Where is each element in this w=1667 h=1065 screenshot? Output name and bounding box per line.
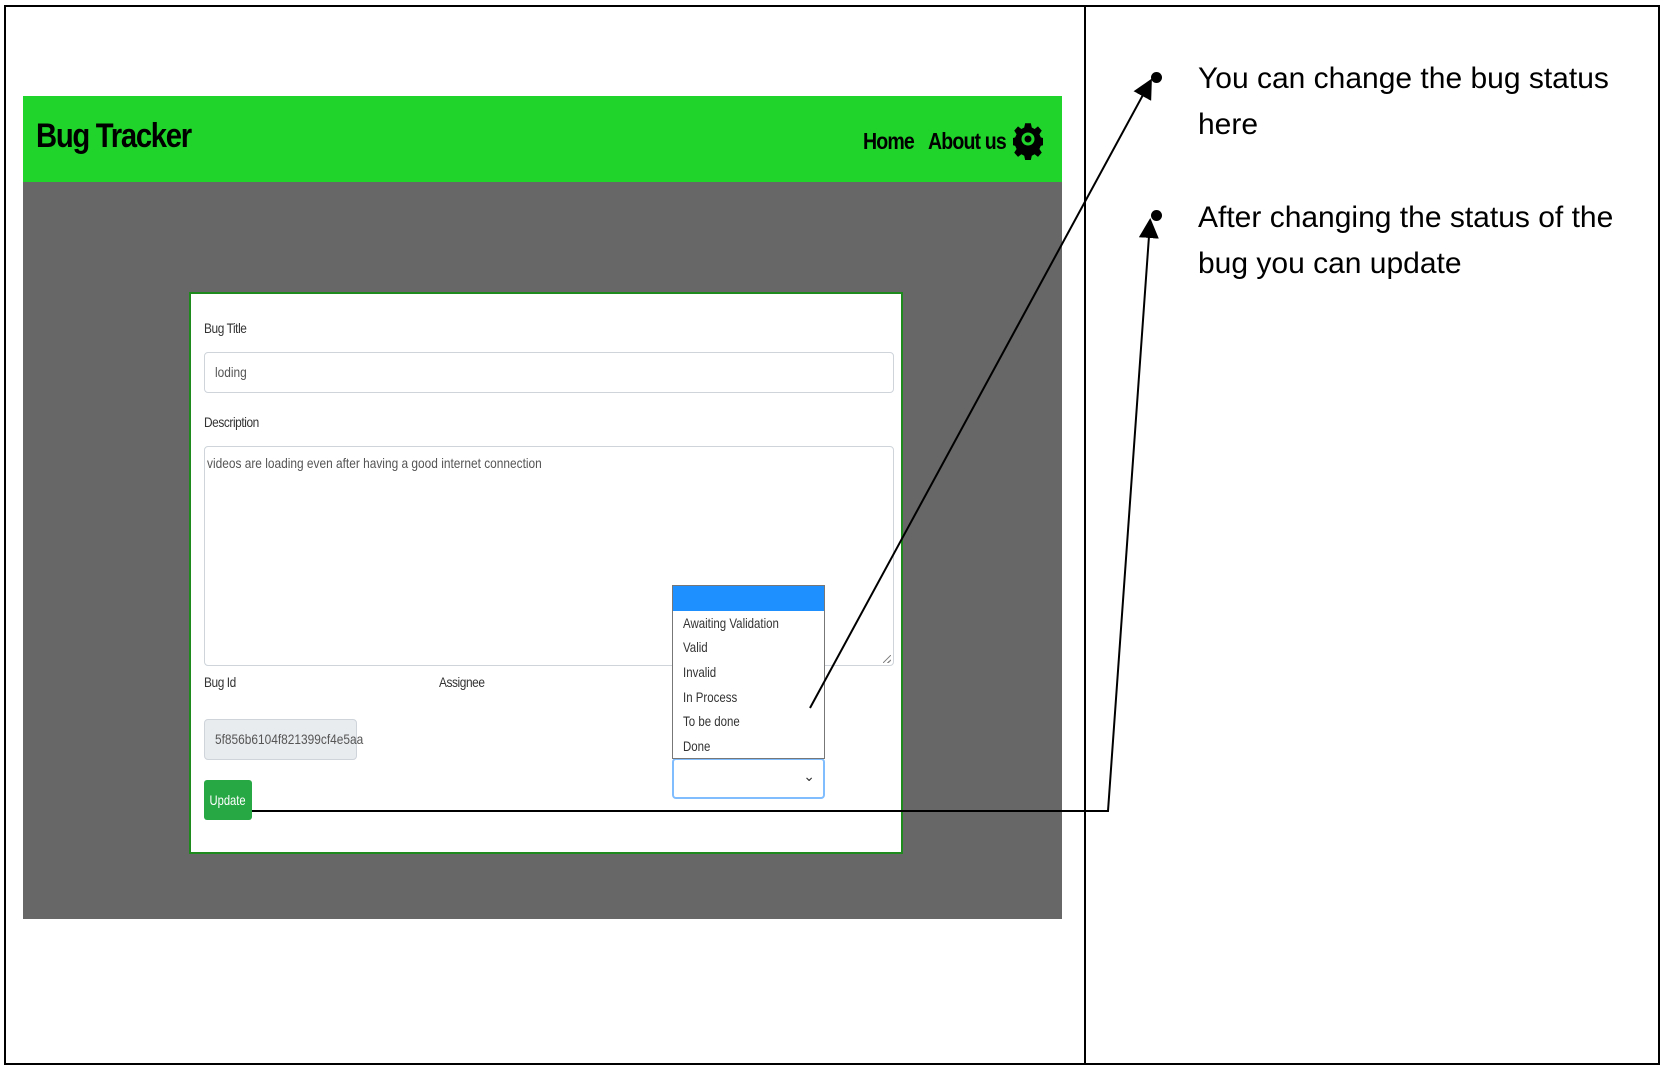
description-label: Description <box>204 414 259 430</box>
status-select[interactable]: ⌄ <box>672 758 825 799</box>
status-option-awaiting-validation[interactable]: Awaiting Validation <box>673 611 824 636</box>
status-option-in-process[interactable]: In Process <box>673 685 824 710</box>
note-change-status: You can change the bug status here <box>1198 62 1609 141</box>
bug-id-field: 5f856b6104f821399cf4e5aa <box>204 719 363 760</box>
navbar: Bug Tracker Home About us <box>23 96 1062 182</box>
app-screenshot: Bug Tracker Home About us Bug Title lodi… <box>23 96 1062 919</box>
bug-title-value: loding <box>215 364 247 380</box>
assignee-label: Assignee <box>439 674 485 690</box>
table-column-divider <box>1084 5 1086 1065</box>
bug-title-label: Bug Title <box>204 320 247 336</box>
status-option-invalid[interactable]: Invalid <box>673 660 824 685</box>
bug-edit-card: Bug Title loding Description videos are … <box>189 292 903 854</box>
brand-title[interactable]: Bug Tracker <box>36 117 192 156</box>
bug-id-label: Bug Id <box>204 674 236 690</box>
status-option-blank[interactable] <box>673 586 824 611</box>
bullet-icon <box>1151 72 1162 83</box>
resize-handle[interactable] <box>883 655 891 663</box>
status-option-done[interactable]: Done <box>673 734 824 759</box>
status-option-valid[interactable]: Valid <box>673 635 824 660</box>
note-update: After changing the status of the bug you… <box>1198 201 1614 280</box>
chevron-down-icon: ⌄ <box>803 768 815 784</box>
gear-icon[interactable] <box>1013 118 1043 160</box>
status-dropdown-list: Awaiting Validation Valid Invalid In Pro… <box>672 585 825 759</box>
update-button[interactable]: Update <box>204 780 252 820</box>
bug-id-value: 5f856b6104f821399cf4e5aa <box>215 731 364 747</box>
bug-title-input[interactable]: loding <box>204 352 894 393</box>
status-option-to-be-done[interactable]: To be done <box>673 709 824 734</box>
description-value: videos are loading even after having a g… <box>207 455 542 471</box>
nav-home-link[interactable]: Home <box>863 128 915 155</box>
nav-about-link[interactable]: About us <box>928 128 1007 155</box>
bullet-icon <box>1151 210 1162 221</box>
